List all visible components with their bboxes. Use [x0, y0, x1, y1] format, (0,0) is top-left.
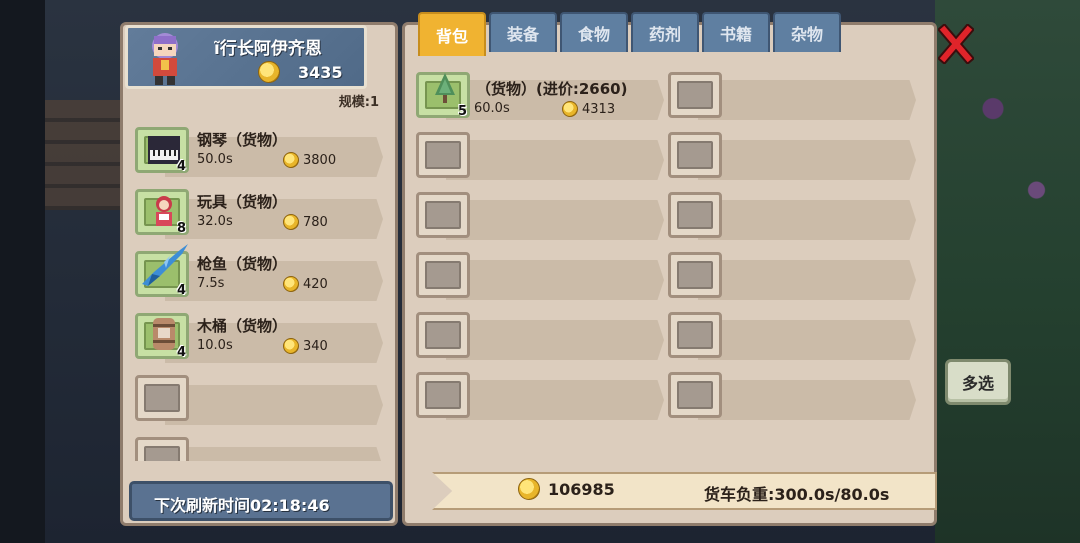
item-price-value: 420 — [303, 276, 328, 292]
empty-slot[interactable] — [668, 132, 722, 178]
item-price-value: 4313 — [582, 101, 616, 117]
inventory-slot[interactable] — [668, 130, 918, 182]
barrel-icon — [153, 318, 175, 350]
npc-gold-value: 3435 — [298, 62, 343, 82]
shop-item-bar — [165, 385, 383, 425]
item-price: 340 — [283, 338, 328, 354]
item-qty: 5 — [457, 104, 467, 119]
inventory-slot[interactable] — [668, 250, 918, 302]
shop-shelf-scenery — [45, 100, 125, 210]
player-gold-value: 106985 — [548, 479, 615, 499]
item-price: 780 — [283, 214, 328, 230]
inventory-slot[interactable] — [416, 250, 666, 302]
empty-slot[interactable] — [668, 72, 722, 118]
item-name: 玩具（货物） — [197, 193, 288, 211]
inventory-slot[interactable] — [416, 370, 666, 422]
toy-doll-icon — [156, 196, 172, 226]
tab-equipment[interactable]: 装备 — [489, 12, 557, 52]
item-time: 7.5s — [197, 276, 225, 291]
inventory-slot[interactable] — [668, 190, 918, 242]
gold-coin-icon — [258, 61, 280, 83]
empty-slot[interactable] — [416, 132, 470, 178]
merchant-panel: ĩ行长阿伊齐恩 3435 规模:1 4 钢琴（货物） 50.0s 3800 8 … — [120, 22, 398, 526]
item-qty: 4 — [176, 283, 186, 298]
inventory-slot[interactable] — [668, 310, 918, 362]
item-time: 32.0s — [197, 214, 233, 229]
npc-gold: 3435 — [258, 61, 343, 83]
gold-coin-icon — [518, 478, 540, 500]
shop-item[interactable]: 4 枪鱼（货物） 7.5s 420 — [135, 244, 385, 307]
empty-slot[interactable] — [668, 252, 722, 298]
shop-empty-slot[interactable] — [135, 369, 385, 431]
tree-icon — [435, 73, 455, 103]
shop-item-slot[interactable]: 4 — [135, 127, 189, 174]
empty-slot[interactable] — [416, 252, 470, 298]
empty-slot[interactable] — [668, 312, 722, 358]
shop-item-slot[interactable]: 4 — [135, 313, 189, 360]
item-time: 60.0s — [474, 101, 510, 116]
multi-select-button[interactable]: 多选 — [945, 359, 1011, 405]
tab-books[interactable]: 书籍 — [702, 12, 770, 52]
gold-coin-icon — [283, 152, 299, 168]
npc-card: ĩ行长阿伊齐恩 3435 — [125, 25, 367, 89]
item-price-value: 340 — [303, 338, 328, 354]
shop-item-list: 4 钢琴（货物） 50.0s 3800 8 玩具（货物） 32.0s 780 4… — [135, 121, 385, 461]
garden-scenery — [935, 0, 1080, 543]
item-price-value: 3800 — [303, 152, 337, 168]
item-price-value: 780 — [303, 214, 328, 230]
cart-load: 货车负重:300.0s/80.0s — [704, 485, 890, 504]
shop-item[interactable]: 4 钢琴（货物） 50.0s 3800 — [135, 121, 385, 183]
npc-name: ĩ行长阿伊齐恩 — [214, 39, 322, 59]
inventory-slot[interactable] — [416, 310, 666, 362]
item-name: 钢琴（货物） — [197, 131, 288, 149]
gold-coin-icon — [283, 338, 299, 354]
shop-scale: 规模:1 — [338, 95, 379, 110]
tab-bag[interactable]: 背包 — [418, 12, 486, 56]
close-icon[interactable] — [938, 24, 974, 64]
shop-item-bar — [165, 447, 383, 461]
item-time: 10.0s — [197, 338, 233, 353]
item-qty: 8 — [176, 221, 186, 236]
inventory-slot[interactable] — [416, 190, 666, 242]
shop-item[interactable]: 8 玩具（货物） 32.0s 780 — [135, 183, 385, 245]
item-price: 3800 — [283, 152, 336, 168]
footer-gold: 106985 — [518, 478, 615, 500]
inventory-slot[interactable] — [668, 70, 918, 122]
empty-slot[interactable] — [416, 312, 470, 358]
empty-slot[interactable] — [416, 192, 470, 238]
item-price: 420 — [283, 276, 328, 292]
item-name: 枪鱼（货物） — [197, 255, 288, 273]
shop-item[interactable]: 4 木桶（货物） 10.0s 340 — [135, 307, 385, 369]
gold-coin-icon — [283, 214, 299, 230]
item-time: 50.0s — [197, 152, 233, 167]
npc-avatar — [152, 33, 178, 85]
inventory-slot[interactable] — [668, 370, 918, 422]
item-name: （货物）(进价:2660) — [476, 80, 628, 98]
empty-slot[interactable] — [668, 372, 722, 418]
empty-slot[interactable] — [135, 437, 189, 461]
tab-misc[interactable]: 杂物 — [773, 12, 841, 52]
item-qty: 4 — [176, 159, 186, 174]
inventory-slot[interactable] — [416, 130, 666, 182]
inventory-slot[interactable]: 5 （货物）(进价:2660) 60.0s 4313 — [416, 70, 666, 122]
shop-item-slot[interactable]: 4 — [135, 244, 189, 298]
bag-item-slot[interactable]: 5 — [416, 72, 470, 119]
shop-item-slot[interactable]: 8 — [135, 189, 189, 236]
shop-empty-slot[interactable] — [135, 431, 385, 461]
empty-slot[interactable] — [416, 372, 470, 418]
item-price: 4313 — [562, 101, 615, 117]
gold-coin-icon — [562, 101, 578, 117]
swordfish-icon — [142, 244, 188, 286]
tab-potion[interactable]: 药剂 — [631, 12, 699, 52]
gold-coin-icon — [283, 276, 299, 292]
item-name: 木桶（货物） — [197, 317, 288, 335]
item-qty: 4 — [176, 345, 186, 360]
refresh-timer: 下次刷新时间02:18:46 — [129, 481, 393, 521]
tab-food[interactable]: 食物 — [560, 12, 628, 52]
empty-slot[interactable] — [135, 375, 189, 421]
empty-slot[interactable] — [668, 192, 722, 238]
inventory-tabs: 背包 装备 食物 药剂 书籍 杂物 — [418, 12, 841, 56]
